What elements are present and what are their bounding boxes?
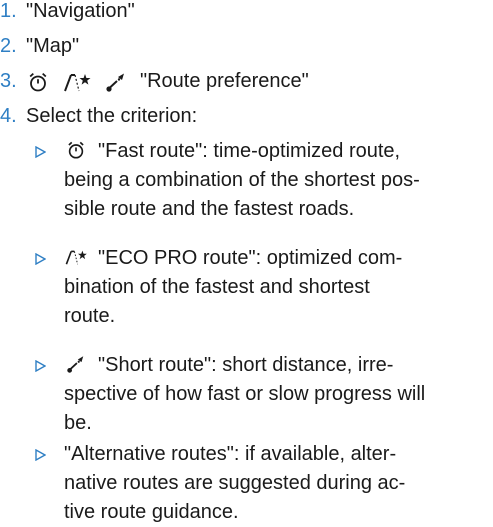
eco-pro-route-icon bbox=[62, 70, 92, 94]
option-line: native routes are suggested during ac- bbox=[64, 472, 406, 494]
option-text: "Short route": short distance, irre- spe… bbox=[64, 351, 488, 438]
step-number: 3. bbox=[0, 70, 17, 92]
step-3: 3. "Route preference" bbox=[0, 67, 309, 96]
option-line: be. bbox=[64, 412, 92, 434]
option-line: bination of the fastest and shortest bbox=[64, 276, 370, 298]
step-4: 4. Select the criterion: bbox=[0, 102, 197, 131]
option-line: tive route guidance. bbox=[64, 501, 239, 523]
step-2: 2. "Map" bbox=[0, 32, 79, 61]
option-line: route. bbox=[64, 305, 116, 327]
step-text: Select the criterion: bbox=[26, 105, 198, 127]
step-number: 2. bbox=[0, 35, 17, 57]
triangle-bullet-icon bbox=[30, 244, 50, 273]
short-route-icon bbox=[67, 356, 84, 373]
eco-pro-route-icon bbox=[65, 250, 87, 265]
option-line-text: "Short route": short distance, irre- bbox=[98, 354, 394, 376]
option-text: "Alternative routes": if available, alte… bbox=[64, 440, 488, 527]
instruction-page: 1. "Navigation" 2. "Map" 3. "Route prefe… bbox=[0, 0, 493, 527]
stopwatch-icon bbox=[68, 141, 84, 159]
triangle-bullet-icon bbox=[30, 351, 50, 380]
option-line: being a combination of the shortest pos- bbox=[64, 169, 420, 191]
triangle-bullet-icon bbox=[30, 440, 50, 469]
option-line: sible route and the fastest roads. bbox=[64, 198, 355, 220]
option-line: "ECO PRO route": optimized com- bbox=[64, 244, 488, 273]
option-line: spective of how fast or slow progress wi… bbox=[64, 383, 426, 405]
triangle-bullet-icon bbox=[30, 137, 50, 166]
stopwatch-icon bbox=[26, 70, 50, 94]
option-text: "Fast route": time-optimized route, bein… bbox=[64, 137, 488, 224]
step-1: 1. "Navigation" bbox=[0, 0, 135, 26]
option-fast-route: "Fast route": time-optimized route, bein… bbox=[30, 137, 488, 224]
option-line: "Short route": short distance, irre- bbox=[64, 351, 488, 380]
option-line: "Fast route": time-optimized route, bbox=[64, 137, 488, 166]
step-text: "Route preference" bbox=[140, 70, 309, 92]
short-route-icon bbox=[104, 70, 128, 94]
option-line: "Alternative routes": if available, alte… bbox=[64, 443, 397, 465]
option-eco-pro-route: "ECO PRO route": optimized com- bination… bbox=[30, 244, 488, 331]
step-text: "Navigation" bbox=[26, 0, 135, 22]
option-line-text: "ECO PRO route": optimized com- bbox=[98, 247, 403, 269]
step-number: 1. bbox=[0, 0, 17, 22]
step-number: 4. bbox=[0, 105, 17, 127]
option-alternative-routes: "Alternative routes": if available, alte… bbox=[30, 440, 488, 527]
option-short-route: "Short route": short distance, irre- spe… bbox=[30, 351, 488, 438]
option-line-text: "Fast route": time-optimized route, bbox=[98, 140, 401, 162]
option-text: "ECO PRO route": optimized com- bination… bbox=[64, 244, 488, 331]
step-text: "Map" bbox=[26, 35, 80, 57]
